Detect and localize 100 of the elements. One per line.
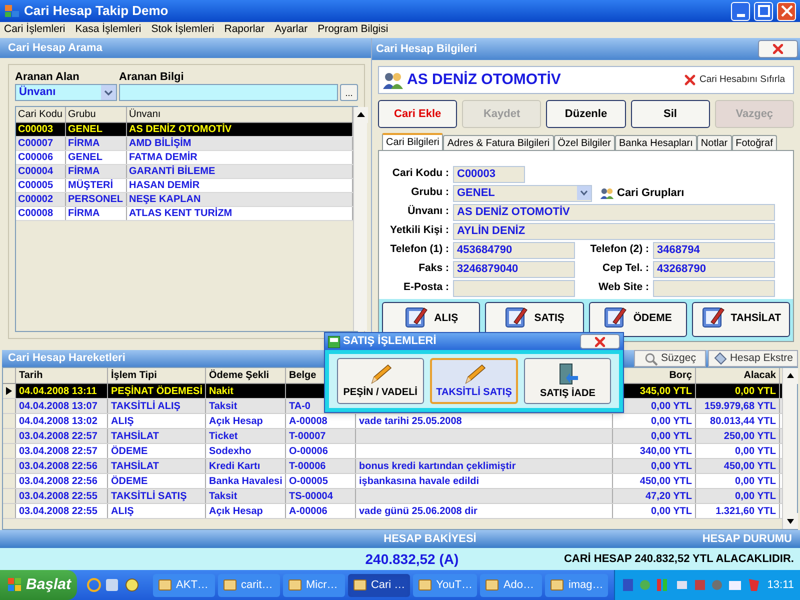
table-row[interactable]: C00005 MÜŞTERİ HASAN DEMİR: [16, 179, 353, 193]
row-header-cell[interactable]: [3, 414, 16, 428]
taskbar-button[interactable]: Cari …: [348, 574, 410, 596]
tab[interactable]: Fotoğraf: [732, 135, 777, 150]
toolbar-button[interactable]: Süzgeç: [634, 350, 706, 367]
table-cell: 47,20 YTL: [613, 489, 696, 503]
dialog-button[interactable]: SATIŞ İADE: [524, 358, 612, 404]
table-cell: işbankasına havale edildi: [356, 474, 613, 488]
table-cell: C00006: [16, 151, 66, 164]
text-field[interactable]: C00003: [453, 166, 525, 182]
table-row[interactable]: C00003 GENEL AS DENİZ OTOMOTİV: [16, 123, 353, 137]
text-field[interactable]: [653, 280, 775, 296]
column-header[interactable]: Ödeme Şekli: [206, 368, 286, 383]
dialog-button[interactable]: PEŞİN / VADELİ: [337, 358, 424, 404]
table-cell: C00007: [16, 137, 66, 150]
row-header-cell[interactable]: [3, 459, 16, 473]
close-icon: [595, 336, 605, 346]
table-row[interactable]: 03.04.2008 22:57 TAHSİLAT Ticket T-00007 0,00 YTL 250,00 YTL: [3, 429, 782, 444]
table-cell: 04.04.2008 13:02: [16, 414, 108, 428]
table-row[interactable]: 03.04.2008 22:55 TAKSİTLİ SATIŞ Taksit TS-00004 47,20 YTL 0,00 YTL: [3, 489, 782, 504]
table-row[interactable]: C00002 PERSONEL NEŞE KAPLAN: [16, 193, 353, 207]
table-row[interactable]: 03.04.2008 22:56 TAHSİLAT Kredi Kartı T-00006 bonus kredi kartından çeklimiştir 0,00 YTL 450,00 YTL: [3, 459, 782, 474]
row-header-cell[interactable]: [3, 474, 16, 488]
action-button[interactable]: ÖDEME: [588, 302, 687, 337]
field-dropdown[interactable]: Ünvanı: [15, 84, 117, 101]
tab[interactable]: Cari Bilgileri: [382, 133, 444, 150]
tab[interactable]: Notlar: [696, 135, 732, 150]
summary-values: 240.832,52 (A) CARİ HESAP 240.832,52 YTL ALACAKLIDIR.: [0, 548, 800, 570]
browse-button[interactable]: ...: [340, 84, 358, 101]
table-cell: 0,00 YTL: [613, 414, 696, 428]
field-label: Web Site :: [597, 280, 650, 296]
text-field[interactable]: [453, 280, 575, 296]
tab[interactable]: Özel Bilgiler: [554, 135, 615, 150]
text-field[interactable]: 43268790: [653, 260, 775, 278]
action-button[interactable]: TAHSİLAT: [692, 302, 790, 337]
close-button[interactable]: [758, 40, 798, 58]
group-link[interactable]: Cari Grupları: [600, 184, 684, 202]
menu-item[interactable]: Ayarlar: [274, 22, 308, 38]
panel-header: Cari Hesap Arama: [0, 38, 371, 58]
text-field[interactable]: 3246879040: [453, 260, 575, 278]
table-row[interactable]: 03.04.2008 22:56 ÖDEME Banka Havalesi O-00005 işbankasına havale edildi 450,00 YTL 0,00 YTL: [3, 474, 782, 489]
text-field[interactable]: AYLİN DENİZ: [453, 222, 775, 240]
column-header[interactable]: Grubu: [66, 107, 127, 122]
notepad-icon: [603, 305, 628, 329]
text-field[interactable]: 3468794: [653, 242, 775, 258]
scrollbar[interactable]: [782, 368, 797, 529]
menu-item[interactable]: Cari İşlemleri: [4, 22, 66, 38]
table-cell: Banka Havalesi: [206, 474, 286, 488]
tab[interactable]: Adres & Fatura Bilgileri: [443, 135, 554, 150]
table-cell: Açık Hesap: [206, 414, 286, 428]
menu-item[interactable]: Stok İşlemleri: [151, 22, 214, 38]
reset-link[interactable]: Cari Hesabını Sıfırla: [683, 72, 789, 88]
scrollbar[interactable]: [353, 107, 367, 331]
table-cell: 159.979,68 YTL: [696, 399, 780, 413]
text-field[interactable]: 453684790: [453, 242, 575, 258]
dropdown-field[interactable]: GENEL: [453, 184, 592, 202]
table-row[interactable]: 03.04.2008 22:57 ÖDEME Sodexho O-00006 340,00 YTL 0,00 YTL: [3, 444, 782, 459]
table-cell: GENEL: [66, 123, 127, 136]
panel-header: Cari Hesap Bilgileri: [372, 38, 800, 60]
table-cell: Taksit: [206, 489, 286, 503]
table-row[interactable]: 03.04.2008 22:55 ALIŞ Açık Hesap A-00006 vade günü 25.06.2008 dir 0,00 YTL 1.321,60 YTL: [3, 504, 782, 519]
column-header[interactable]: Cari Kodu: [16, 107, 66, 122]
menu-item[interactable]: Program Bilgisi: [318, 22, 388, 38]
table-row[interactable]: C00006 GENEL FATMA DEMİR: [16, 151, 353, 165]
column-header[interactable]: İşlem Tipi: [108, 368, 206, 383]
menu-item[interactable]: Kasa İşlemleri: [75, 22, 142, 38]
row-header-cell[interactable]: [3, 489, 16, 503]
column-header[interactable]: Tarih: [16, 368, 108, 383]
table-row[interactable]: C00008 FİRMA ATLAS KENT TURİZM: [16, 207, 353, 221]
table-row[interactable]: C00004 FİRMA GARANTİ BİLEME: [16, 165, 353, 179]
table-cell: Taksit: [206, 399, 286, 413]
field-label: Telefon (2) :: [589, 242, 650, 258]
table-cell: PEŞİNAT ÖDEMESİ: [108, 384, 206, 398]
action-button[interactable]: Cari Ekle: [378, 100, 458, 128]
table-row[interactable]: C00007 FİRMA AMD BİLİŞİM: [16, 137, 353, 151]
action-button[interactable]: Düzenle: [546, 100, 626, 128]
maximize-button[interactable]: [754, 2, 773, 20]
row-header-cell[interactable]: [3, 444, 16, 458]
menu-item[interactable]: Raporlar: [224, 22, 265, 38]
dialog-button[interactable]: TAKSİTLİ SATIŞ: [430, 358, 518, 404]
tab[interactable]: Banka Hesapları: [614, 135, 697, 150]
table-row[interactable]: 04.04.2008 13:02 ALIŞ Açık Hesap A-00008 vade tarihi 25.05.2008 0,00 YTL 80.013,44 YTL: [3, 414, 782, 429]
minimize-button[interactable]: [731, 2, 750, 20]
search-field[interactable]: [119, 84, 338, 101]
column-header[interactable]: Alacak: [696, 368, 780, 383]
row-header-cell[interactable]: [3, 399, 16, 413]
table-cell: PERSONEL: [66, 193, 127, 206]
text-field[interactable]: AS DENİZ OTOMOTİV: [453, 204, 775, 220]
row-header-cell[interactable]: [3, 384, 16, 398]
action-button[interactable]: Sil: [630, 100, 710, 128]
notepad-icon: [404, 305, 428, 329]
table-cell: 0,00 YTL: [696, 489, 780, 503]
dialog-title-bar: SATIŞ İŞLEMLERİ: [325, 333, 623, 350]
toolbar-button[interactable]: Hesap Ekstre: [708, 350, 798, 367]
row-header-cell[interactable]: [3, 504, 16, 518]
close-button[interactable]: [580, 334, 620, 349]
field-label: Grubu :: [410, 185, 450, 200]
field-label: E-Posta :: [402, 280, 450, 296]
row-header-cell[interactable]: [3, 429, 16, 443]
table-cell: 0,00 YTL: [696, 384, 780, 398]
